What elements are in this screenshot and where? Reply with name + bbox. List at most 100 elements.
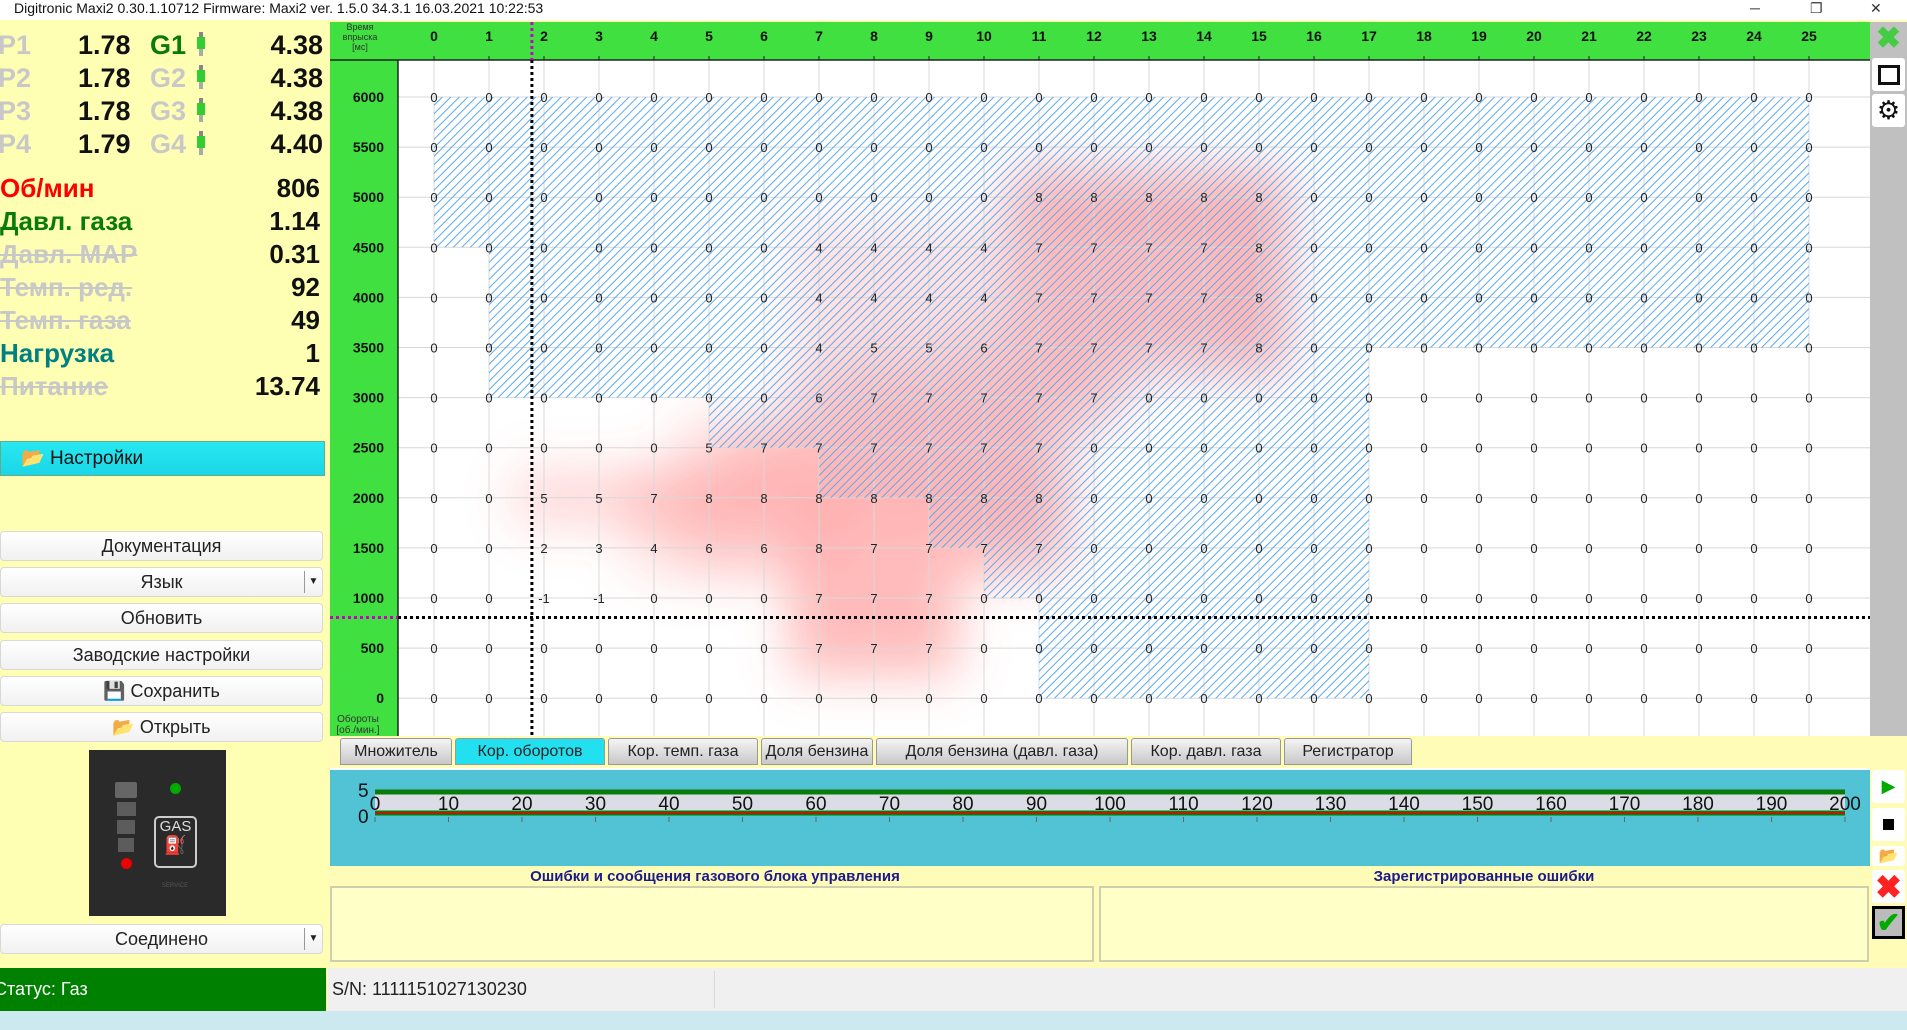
map-cell-value[interactable]: 0: [540, 391, 547, 406]
map-cell-value[interactable]: 0: [1255, 441, 1262, 456]
map-cell-value[interactable]: 0: [705, 290, 712, 305]
map-cell-value[interactable]: 0: [1805, 240, 1812, 255]
map-cell-value[interactable]: 7: [1035, 441, 1042, 456]
map-cell-value[interactable]: 0: [485, 190, 492, 205]
map-cell-value[interactable]: 8: [925, 491, 932, 506]
map-cell-value[interactable]: 0: [430, 441, 437, 456]
map-cell-value[interactable]: 0: [1750, 290, 1757, 305]
map-cell-value[interactable]: 0: [1805, 641, 1812, 656]
map-cell-value[interactable]: 0: [1145, 441, 1152, 456]
map-cell-value[interactable]: 0: [1585, 90, 1592, 105]
map-cell-value[interactable]: 0: [430, 240, 437, 255]
map-cell-value[interactable]: 0: [430, 140, 437, 155]
map-cell-value[interactable]: 8: [1145, 190, 1152, 205]
map-cell-value[interactable]: 0: [1530, 641, 1537, 656]
map-cell-value[interactable]: 0: [1365, 90, 1372, 105]
map-cell-value[interactable]: 7: [1200, 240, 1207, 255]
map-cell-value[interactable]: 8: [760, 491, 767, 506]
map-cell-value[interactable]: 4: [870, 290, 877, 305]
map-cell-value[interactable]: 0: [650, 290, 657, 305]
map-cell-value[interactable]: 0: [1035, 90, 1042, 105]
map-cell-value[interactable]: 7: [1035, 341, 1042, 356]
map-cell-value[interactable]: 0: [540, 641, 547, 656]
map-cell-value[interactable]: 7: [870, 391, 877, 406]
map-cell-value[interactable]: 0: [540, 90, 547, 105]
map-cell-value[interactable]: 0: [705, 341, 712, 356]
map-cell-value[interactable]: 0: [1255, 641, 1262, 656]
map-cell-value[interactable]: 0: [1420, 691, 1427, 706]
gas-switch-indicator[interactable]: GAS ⛽ SERVICE: [89, 750, 226, 916]
map-cell-value[interactable]: 0: [1475, 290, 1482, 305]
tab[interactable]: Доля бензина: [761, 738, 873, 765]
map-cell-value[interactable]: 0: [1585, 341, 1592, 356]
map-cell-value[interactable]: 0: [485, 140, 492, 155]
map-cell-value[interactable]: 0: [1200, 641, 1207, 656]
map-cell-value[interactable]: 0: [1475, 190, 1482, 205]
tab[interactable]: Регистратор: [1284, 738, 1412, 765]
map-cell-value[interactable]: 0: [1420, 190, 1427, 205]
map-cell-value[interactable]: 0: [1695, 341, 1702, 356]
map-cell-value[interactable]: 5: [595, 491, 602, 506]
map-cell-value[interactable]: 4: [925, 240, 932, 255]
map-cell-value[interactable]: 7: [870, 441, 877, 456]
map-cell-value[interactable]: 0: [595, 240, 602, 255]
map-cell-value[interactable]: 0: [1640, 290, 1647, 305]
map-cell-value[interactable]: 7: [1200, 341, 1207, 356]
map-cell-value[interactable]: 0: [1530, 391, 1537, 406]
map-cell-value[interactable]: 0: [1090, 441, 1097, 456]
map-cell-value[interactable]: 5: [705, 441, 712, 456]
map-cell-value[interactable]: 0: [1255, 391, 1262, 406]
map-cell-value[interactable]: 0: [1310, 140, 1317, 155]
map-cell-value[interactable]: 7: [760, 441, 767, 456]
map-cell-value[interactable]: 0: [1475, 641, 1482, 656]
map-cell-value[interactable]: 7: [925, 541, 932, 556]
map-cell-value[interactable]: 0: [1585, 290, 1592, 305]
minimize-button[interactable]: ─: [1750, 0, 1760, 16]
map-cell-value[interactable]: 0: [1640, 441, 1647, 456]
map-cell-value[interactable]: 0: [1310, 691, 1317, 706]
map-cell-value[interactable]: 7: [1090, 290, 1097, 305]
map-cell-value[interactable]: 0: [485, 491, 492, 506]
clear-map-button[interactable]: ✖: [1872, 22, 1905, 55]
map-cell-value[interactable]: 0: [1750, 190, 1757, 205]
export-button[interactable]: [1872, 58, 1905, 91]
map-cell-value[interactable]: 0: [1145, 491, 1152, 506]
map-cell-value[interactable]: 8: [1200, 190, 1207, 205]
map-cell-value[interactable]: 0: [1640, 240, 1647, 255]
map-cell-value[interactable]: 0: [1200, 90, 1207, 105]
map-cell-value[interactable]: 0: [705, 591, 712, 606]
map-cell-value[interactable]: 0: [1090, 691, 1097, 706]
map-cell-value[interactable]: 0: [760, 691, 767, 706]
map-cell-value[interactable]: 0: [980, 691, 987, 706]
map-cell-value[interactable]: 8: [1255, 341, 1262, 356]
map-cell-value[interactable]: 0: [815, 140, 822, 155]
map-cell-value[interactable]: 0: [1640, 541, 1647, 556]
map-cell-value[interactable]: 2: [540, 541, 547, 556]
map-cell-value[interactable]: 0: [1695, 140, 1702, 155]
map-cell-value[interactable]: 0: [1530, 240, 1537, 255]
map-cell-value[interactable]: 0: [1420, 90, 1427, 105]
map-cell-value[interactable]: 0: [1585, 541, 1592, 556]
map-cell-value[interactable]: 0: [1310, 441, 1317, 456]
gas-button[interactable]: GAS ⛽: [154, 816, 197, 868]
map-cell-value[interactable]: 0: [430, 541, 437, 556]
map-cell-value[interactable]: 0: [1585, 591, 1592, 606]
map-cell-value[interactable]: 0: [760, 240, 767, 255]
map-cell-value[interactable]: 0: [1420, 541, 1427, 556]
map-cell-value[interactable]: 5: [540, 491, 547, 506]
map-cell-value[interactable]: 0: [1035, 641, 1042, 656]
map-cell-value[interactable]: 0: [870, 190, 877, 205]
registered-errors-list[interactable]: [1099, 886, 1869, 962]
map-cell-value[interactable]: 4: [815, 341, 822, 356]
map-cell-value[interactable]: 0: [1750, 391, 1757, 406]
map-cell-value[interactable]: 0: [540, 140, 547, 155]
map-cell-value[interactable]: 0: [485, 641, 492, 656]
map-cell-value[interactable]: 0: [760, 90, 767, 105]
map-cell-value[interactable]: 0: [1695, 641, 1702, 656]
map-cell-value[interactable]: 0: [540, 290, 547, 305]
map-cell-value[interactable]: 7: [1145, 341, 1152, 356]
map-cell-value[interactable]: 0: [1255, 140, 1262, 155]
map-cell-value[interactable]: 0: [1695, 240, 1702, 255]
map-cell-value[interactable]: 0: [1420, 391, 1427, 406]
settings-button[interactable]: 📂 Настройки: [0, 441, 325, 476]
